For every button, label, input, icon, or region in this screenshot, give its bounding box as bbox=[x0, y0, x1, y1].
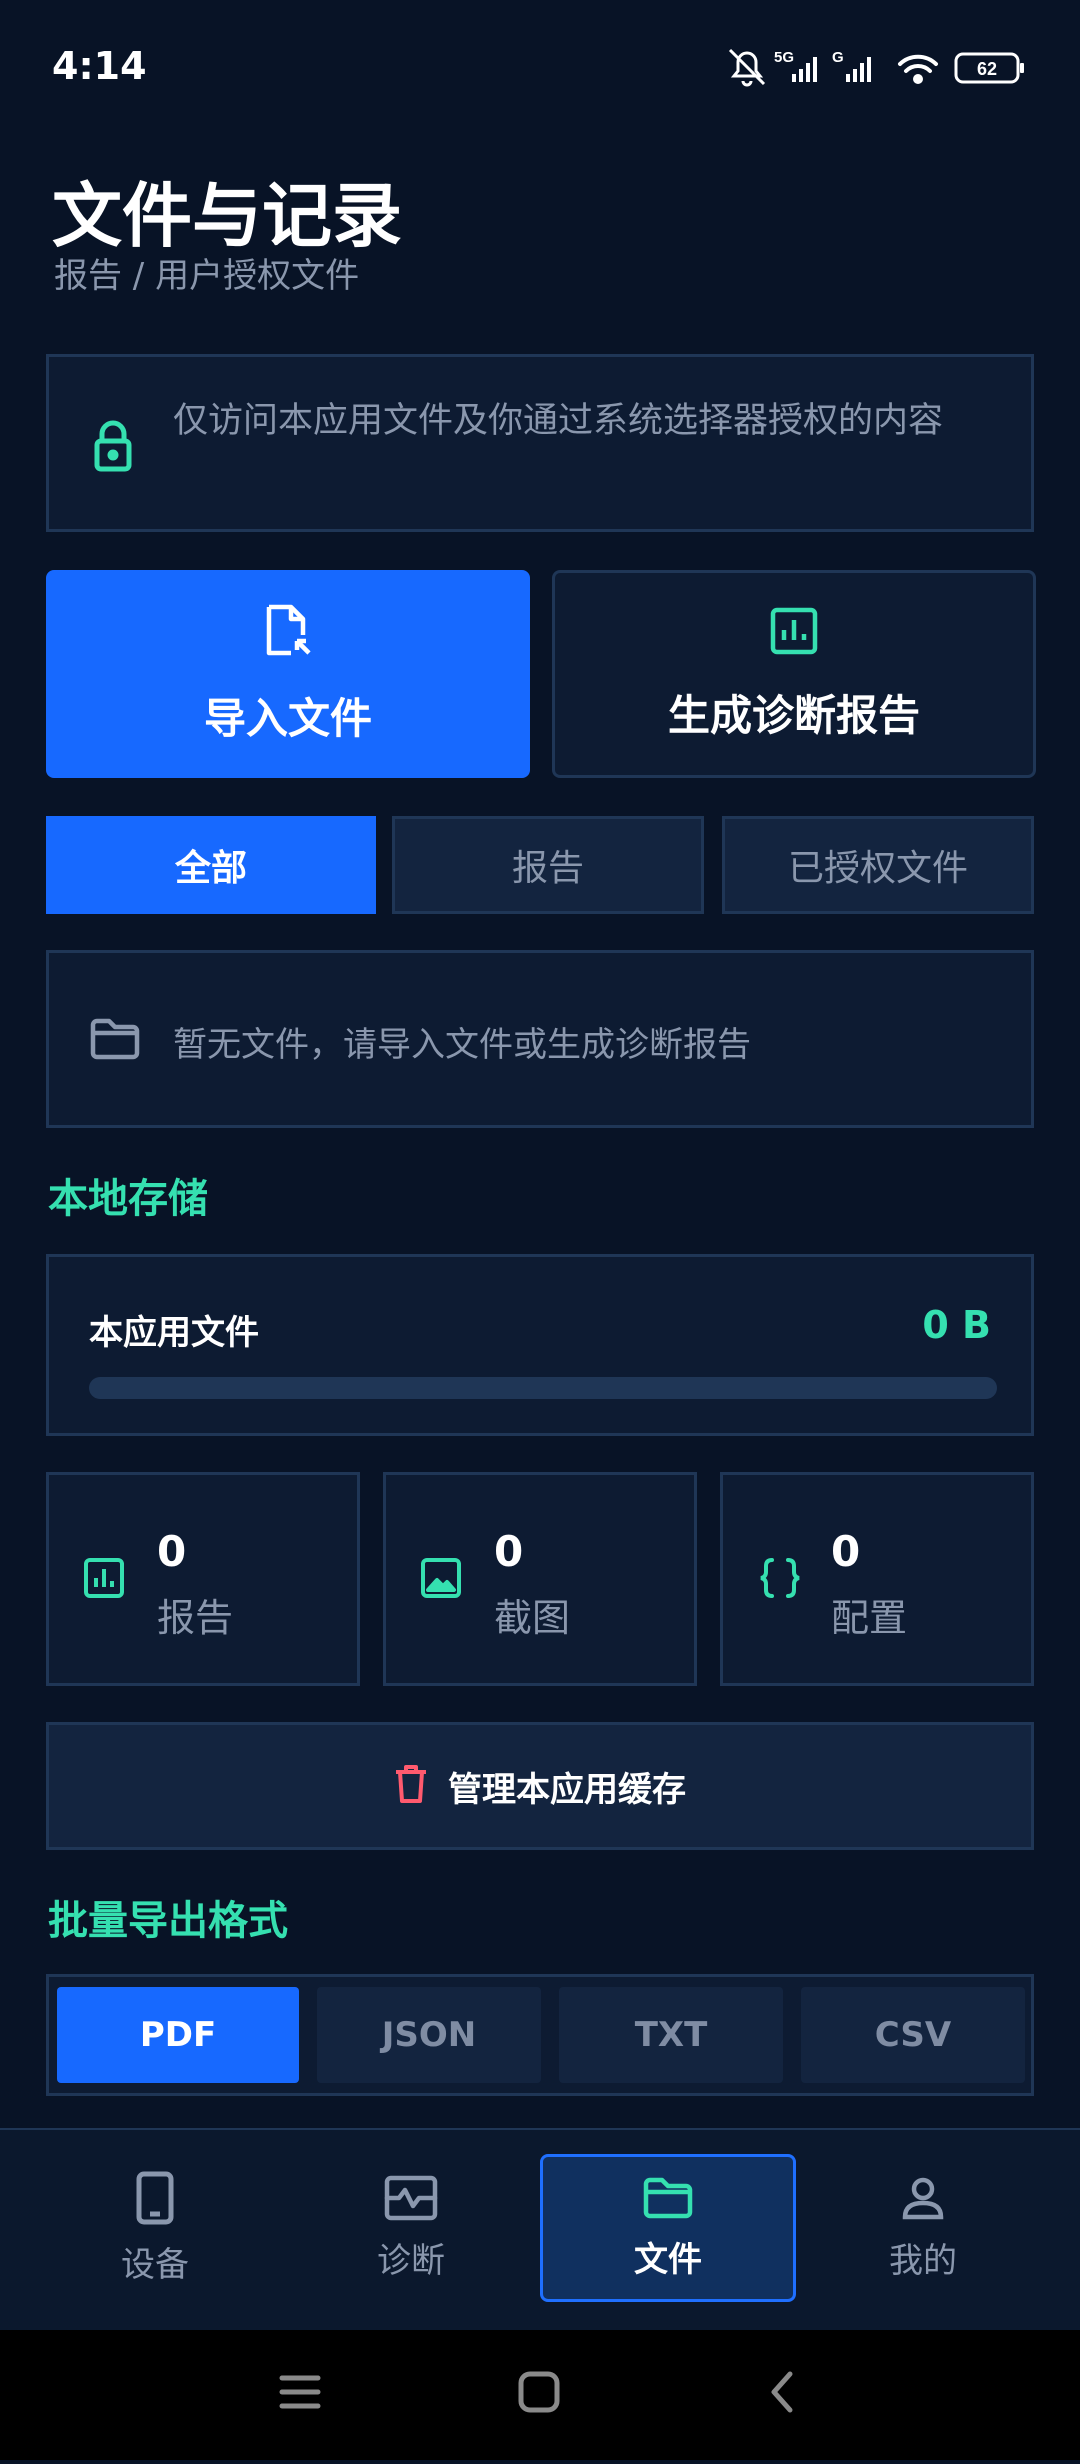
battery-icon: 62 bbox=[954, 52, 1024, 84]
menu-icon bbox=[279, 2375, 321, 2409]
tab-authorized-files[interactable]: 已授权文件 bbox=[722, 816, 1034, 914]
notice-text: 仅访问本应用文件及你通过系统选择器授权的内容 bbox=[173, 401, 944, 441]
stat-screenshots-count: 0 bbox=[494, 1527, 524, 1576]
stat-configs-count: 0 bbox=[831, 1527, 861, 1576]
format-option-pdf[interactable]: PDF bbox=[57, 1987, 299, 2083]
stat-configs-label: 配置 bbox=[831, 1596, 908, 1640]
lock-icon bbox=[93, 419, 133, 477]
format-option-json[interactable]: JSON bbox=[317, 1987, 541, 2083]
file-import-icon bbox=[263, 603, 313, 663]
stat-configs[interactable]: 0 配置 bbox=[720, 1472, 1034, 1686]
storage-value: 0 B bbox=[922, 1303, 991, 1347]
nav-item-profile[interactable]: 我的 bbox=[798, 2154, 1048, 2302]
storage-label: 本应用文件 bbox=[89, 1313, 259, 1353]
report-chart-icon bbox=[769, 606, 819, 660]
image-icon bbox=[420, 1557, 462, 1603]
back-icon bbox=[771, 2371, 793, 2413]
manage-cache-label: 管理本应用缓存 bbox=[448, 1769, 686, 1810]
export-format-title: 批量导出格式 bbox=[48, 1898, 288, 1944]
storage-card: 本应用文件 0 B bbox=[46, 1254, 1034, 1436]
mute-bell-icon bbox=[728, 48, 766, 87]
nav-label-profile: 我的 bbox=[889, 2240, 957, 2281]
user-icon bbox=[900, 2175, 946, 2225]
export-format-selector: PDF JSON TXT CSV bbox=[46, 1974, 1034, 2096]
breadcrumb: 报告 / 用户授权文件 bbox=[54, 256, 360, 296]
stat-screenshots[interactable]: 0 截图 bbox=[383, 1472, 697, 1686]
import-file-label: 导入文件 bbox=[203, 693, 372, 743]
nav-item-devices[interactable]: 设备 bbox=[30, 2154, 280, 2302]
bottom-nav: 设备 诊断 文件 我的 bbox=[0, 2128, 1080, 2330]
trash-icon bbox=[394, 1764, 428, 1808]
generate-report-label: 生成诊断报告 bbox=[667, 690, 920, 740]
nav-label-devices: 设备 bbox=[121, 2244, 189, 2285]
stat-screenshots-label: 截图 bbox=[494, 1596, 571, 1640]
generate-report-button[interactable]: 生成诊断报告 bbox=[552, 570, 1036, 778]
folder-icon bbox=[89, 1017, 141, 1065]
system-nav-bar bbox=[0, 2330, 1080, 2460]
nav-item-files[interactable]: 文件 bbox=[540, 2154, 796, 2302]
access-notice: 仅访问本应用文件及你通过系统选择器授权的内容 bbox=[46, 354, 1034, 532]
empty-state-text: 暂无文件，请导入文件或生成诊断报告 bbox=[173, 1025, 751, 1065]
tab-reports[interactable]: 报告 bbox=[392, 816, 704, 914]
storage-progress-bar bbox=[89, 1377, 997, 1399]
network-g-label: G bbox=[832, 49, 844, 66]
status-time: 4:14 bbox=[52, 44, 147, 88]
battery-level: 62 bbox=[977, 59, 997, 79]
empty-state: 暂无文件，请导入文件或生成诊断报告 bbox=[46, 950, 1034, 1128]
nav-item-diagnostics[interactable]: 诊断 bbox=[286, 2154, 536, 2302]
home-icon bbox=[518, 2371, 560, 2413]
status-icons: 5G G 62 bbox=[720, 42, 1030, 92]
local-storage-title: 本地存储 bbox=[48, 1176, 208, 1222]
nav-label-files: 文件 bbox=[634, 2239, 702, 2280]
phone-icon bbox=[135, 2171, 175, 2229]
pulse-icon bbox=[384, 2175, 438, 2225]
stat-reports-label: 报告 bbox=[157, 1596, 234, 1640]
manage-cache-button[interactable]: 管理本应用缓存 bbox=[46, 1722, 1034, 1850]
format-option-csv[interactable]: CSV bbox=[801, 1987, 1025, 2083]
format-option-txt[interactable]: TXT bbox=[559, 1987, 783, 2083]
nav-label-diagnostics: 诊断 bbox=[377, 2240, 445, 2281]
import-file-button[interactable]: 导入文件 bbox=[46, 570, 530, 778]
stat-reports[interactable]: 0 报告 bbox=[46, 1472, 360, 1686]
stat-reports-count: 0 bbox=[157, 1527, 187, 1576]
braces-icon bbox=[757, 1557, 803, 1603]
wifi-icon bbox=[898, 54, 938, 84]
signal-g-icon bbox=[846, 57, 871, 82]
page-title: 文件与记录 bbox=[52, 175, 402, 257]
network-5g-label: 5G bbox=[774, 49, 794, 66]
chart-icon bbox=[83, 1557, 125, 1603]
signal-5g-icon bbox=[792, 57, 817, 82]
tab-all[interactable]: 全部 bbox=[46, 816, 376, 914]
folder-icon bbox=[642, 2176, 694, 2224]
